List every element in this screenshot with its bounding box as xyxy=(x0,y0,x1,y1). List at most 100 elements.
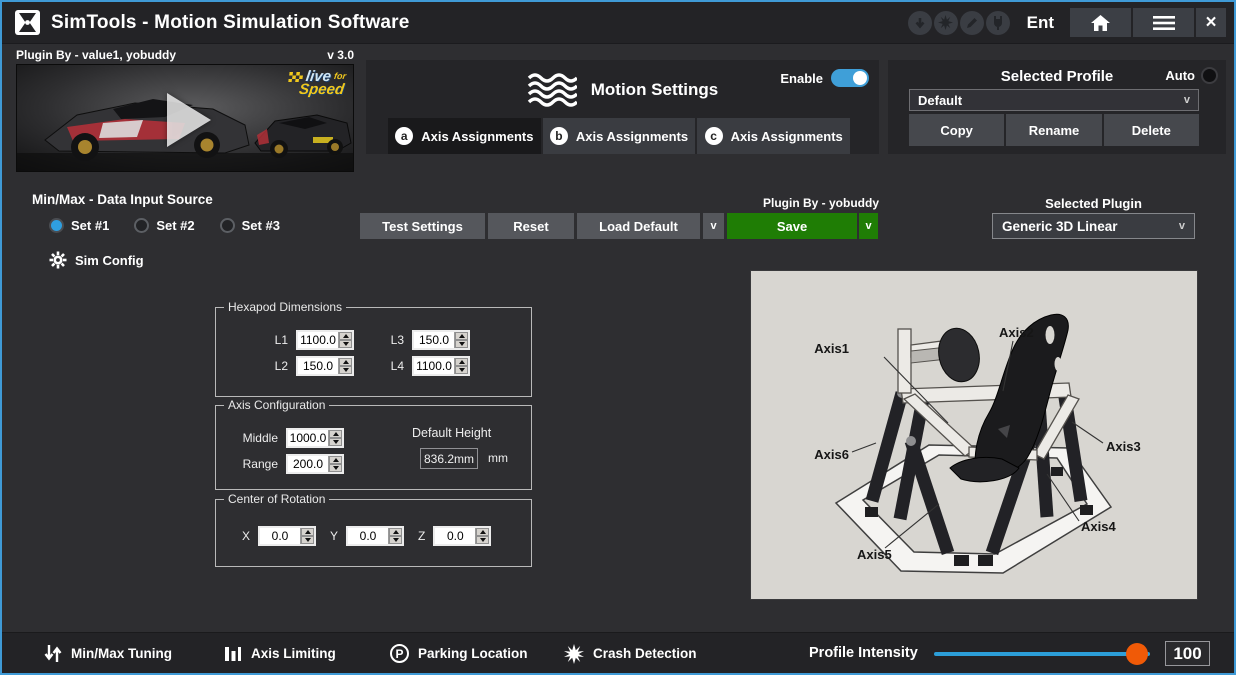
tab-axis-assignments-b[interactable]: b Axis Assignments xyxy=(543,118,696,154)
spin-up-icon[interactable] xyxy=(329,430,342,438)
group-title: Axis Configuration xyxy=(224,398,329,412)
rename-button[interactable]: Rename xyxy=(1006,114,1101,146)
lfs-speed-text: Speed xyxy=(286,83,345,96)
spin-up-icon[interactable] xyxy=(339,332,352,340)
l1-stepper[interactable] xyxy=(296,330,354,350)
tab-axis-assignments-a[interactable]: a Axis Assignments xyxy=(388,118,541,154)
axis2-label: Axis2 xyxy=(999,325,1034,340)
spin-down-icon[interactable] xyxy=(455,340,468,348)
axis-limiting-button[interactable]: Axis Limiting xyxy=(224,633,336,674)
y-input[interactable] xyxy=(348,528,388,544)
checkered-flag-icon xyxy=(288,72,303,82)
l3-input[interactable] xyxy=(414,332,454,348)
tab-axis-assignments-c[interactable]: c Axis Assignments xyxy=(697,118,850,154)
axis4-label: Axis4 xyxy=(1081,519,1116,534)
hexapod-diagram: Axis1 Axis2 Axis3 Axis4 Axis5 Axis6 xyxy=(750,270,1198,600)
toggle-knob xyxy=(853,71,867,85)
axis-assignment-tabs: a Axis Assignments b Axis Assignments c … xyxy=(388,118,850,154)
pencil-icon[interactable] xyxy=(960,11,984,35)
radio-icon xyxy=(134,218,149,233)
letter-a-icon: a xyxy=(395,127,413,145)
home-button[interactable] xyxy=(1070,8,1131,37)
profile-intensity-slider[interactable] xyxy=(934,652,1150,656)
default-height-value: 836.2mm xyxy=(420,448,478,469)
l4-input[interactable] xyxy=(414,358,454,374)
axis5-label: Axis5 xyxy=(857,547,892,562)
z-input[interactable] xyxy=(435,528,475,544)
selected-profile-panel: Selected Profile Auto Default v Copy Ren… xyxy=(888,60,1226,154)
middle-input[interactable] xyxy=(288,430,328,446)
middle-stepper[interactable] xyxy=(286,428,344,448)
range-input[interactable] xyxy=(288,456,328,472)
spin-up-icon[interactable] xyxy=(339,358,352,366)
l4-stepper[interactable] xyxy=(412,356,470,376)
sim-config-button[interactable]: Sim Config xyxy=(49,251,144,269)
app-title: SimTools - Motion Simulation Software xyxy=(51,12,410,34)
plug-icon[interactable] xyxy=(986,11,1010,35)
reset-button[interactable]: Reset xyxy=(488,213,574,239)
spin-down-icon[interactable] xyxy=(329,438,342,446)
spin-down-icon[interactable] xyxy=(455,366,468,374)
close-button[interactable]: × xyxy=(1196,8,1226,37)
spin-down-icon[interactable] xyxy=(301,536,314,544)
enable-toggle[interactable] xyxy=(831,69,869,87)
l2-stepper[interactable] xyxy=(296,356,354,376)
auto-toggle[interactable] xyxy=(1201,67,1218,84)
spin-down-icon[interactable] xyxy=(329,464,342,472)
load-default-button[interactable]: Load Default xyxy=(577,213,700,239)
spin-up-icon[interactable] xyxy=(301,528,314,536)
x-stepper[interactable] xyxy=(258,526,316,546)
spin-up-icon[interactable] xyxy=(476,528,489,536)
axis3-label: Axis3 xyxy=(1106,439,1141,454)
copy-button[interactable]: Copy xyxy=(909,114,1004,146)
l1-input[interactable] xyxy=(298,332,338,348)
parking-location-button[interactable]: P Parking Location xyxy=(390,633,528,674)
profile-dropdown[interactable]: Default v xyxy=(909,89,1199,111)
spin-up-icon[interactable] xyxy=(455,358,468,366)
radio-set-2[interactable]: Set #2 xyxy=(134,218,194,233)
x-input[interactable] xyxy=(260,528,300,544)
burst-icon[interactable] xyxy=(934,11,958,35)
crash-detection-button[interactable]: Crash Detection xyxy=(564,633,697,674)
delete-button[interactable]: Delete xyxy=(1104,114,1199,146)
footer-bar: Min/Max Tuning Axis Limiting P Parking L… xyxy=(2,632,1234,673)
game-preview-thumbnail[interactable]: live for Speed xyxy=(16,64,354,172)
spin-up-icon[interactable] xyxy=(455,332,468,340)
plugin-header-row: Plugin By - value1, yobuddy v 3.0 xyxy=(16,48,354,62)
app-window: SimTools - Motion Simulation Software En… xyxy=(0,0,1236,675)
range-stepper[interactable] xyxy=(286,454,344,474)
y-stepper[interactable] xyxy=(346,526,404,546)
play-icon[interactable] xyxy=(167,93,211,147)
data-input-sets: Set #1 Set #2 Set #3 xyxy=(49,218,280,233)
spin-down-icon[interactable] xyxy=(389,536,402,544)
menu-button[interactable] xyxy=(1133,8,1194,37)
chevron-down-icon: v xyxy=(1179,220,1185,232)
l2-input[interactable] xyxy=(298,358,338,374)
spin-down-icon[interactable] xyxy=(339,340,352,348)
profile-intensity-value: 100 xyxy=(1165,641,1210,666)
slider-thumb[interactable] xyxy=(1126,643,1148,665)
minmax-tuning-button[interactable]: Min/Max Tuning xyxy=(44,633,172,674)
l3-stepper[interactable] xyxy=(412,330,470,350)
radio-set-1[interactable]: Set #1 xyxy=(49,218,109,233)
axis6-label: Axis6 xyxy=(814,447,849,462)
save-button[interactable]: Save xyxy=(727,213,857,239)
radio-set-3[interactable]: Set #3 xyxy=(220,218,280,233)
titlebar: SimTools - Motion Simulation Software En… xyxy=(2,2,1234,44)
spin-up-icon[interactable] xyxy=(329,456,342,464)
spin-up-icon[interactable] xyxy=(389,528,402,536)
default-height-unit: mm xyxy=(488,451,508,465)
group-title: Center of Rotation xyxy=(224,492,329,506)
load-default-menu-button[interactable]: v xyxy=(703,213,724,239)
hexapod-rig-illustration: Axis1 Axis2 Axis3 Axis4 Axis5 Axis6 xyxy=(751,271,1197,599)
z-stepper[interactable] xyxy=(433,526,491,546)
download-icon[interactable] xyxy=(908,11,932,35)
selected-plugin-dropdown[interactable]: Generic 3D Linear v xyxy=(992,213,1195,239)
chevron-down-icon: v xyxy=(865,220,871,232)
spin-down-icon[interactable] xyxy=(476,536,489,544)
chevron-down-icon: v xyxy=(1184,94,1190,106)
letter-b-icon: b xyxy=(550,127,568,145)
save-menu-button[interactable]: v xyxy=(859,213,878,239)
test-settings-button[interactable]: Test Settings xyxy=(360,213,485,239)
spin-down-icon[interactable] xyxy=(339,366,352,374)
